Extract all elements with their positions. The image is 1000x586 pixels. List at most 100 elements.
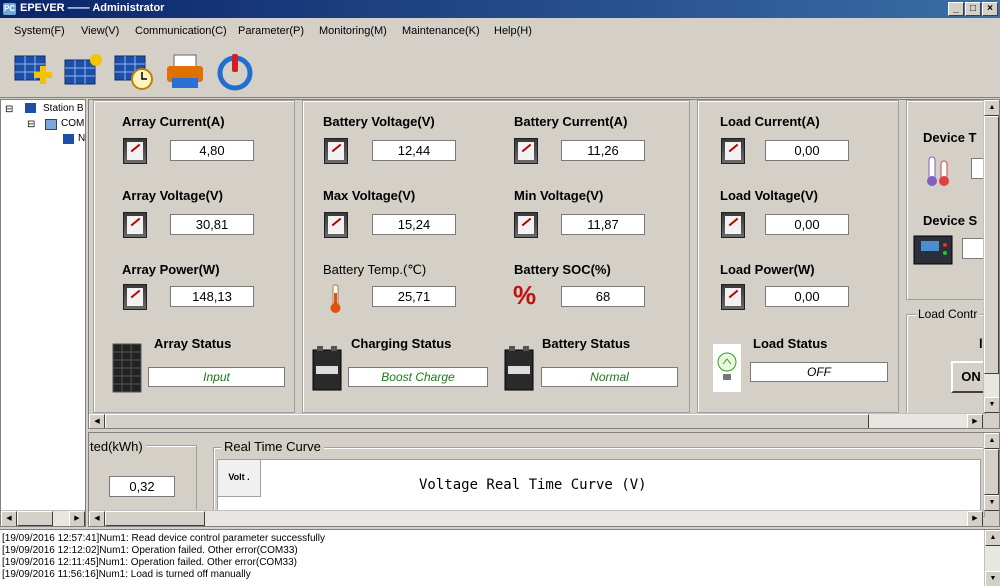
scroll-up-icon[interactable]: ▲ — [985, 530, 1000, 546]
tree-item-station[interactable]: Station B — [43, 103, 84, 114]
lower-hscroll-thumb[interactable] — [105, 511, 205, 526]
monitor-panel: Array Current(A) 4,80 Array Voltage(V) 3… — [88, 99, 1000, 429]
min-voltage-label: Min Voltage(V) — [514, 188, 604, 203]
scroll-up-icon[interactable]: ▲ — [984, 433, 999, 449]
scroll-right-icon[interactable]: ▶ — [69, 511, 85, 526]
meter-icon — [324, 212, 348, 238]
array-current-value: 4,80 — [170, 140, 254, 161]
battery-icon — [312, 346, 342, 391]
menu-communication[interactable]: Communication(C) — [135, 25, 227, 37]
meter-icon — [721, 284, 745, 310]
meter-icon — [123, 138, 147, 164]
battery-status-label: Battery Status — [542, 336, 631, 351]
controller-icon — [913, 235, 953, 265]
battery-soc-value: 68 — [561, 286, 645, 307]
panel-hscroll-thumb[interactable] — [105, 414, 869, 428]
lower-hscrollbar[interactable]: ◀ ▶ — [89, 510, 983, 526]
station-tree: ⊟ Station B ⊟ COM N ◀ ▶ — [0, 99, 86, 527]
device-status-label: Device S — [923, 213, 978, 228]
array-power-value: 148,13 — [170, 286, 254, 307]
load-power-value: 0,00 — [765, 286, 849, 307]
solar-panel-icon — [112, 343, 142, 393]
battery-temp-value: 25,71 — [372, 286, 456, 307]
app-icon: PC — [3, 3, 16, 15]
scroll-down-icon[interactable]: ▼ — [985, 571, 1000, 586]
log-panel: [19/09/2016 12:57:41]Num1: Read device c… — [0, 529, 1000, 586]
device-temp-icon — [927, 156, 949, 186]
meter-icon — [123, 212, 147, 238]
panel-hscrollbar[interactable]: ◀ ▶ — [89, 413, 983, 428]
tree-expander-root[interactable]: ⊟ — [5, 104, 13, 115]
menu-maintenance[interactable]: Maintenance(K) — [402, 25, 480, 37]
tree-item-device[interactable]: N — [78, 133, 85, 144]
battery-voltage-label: Battery Voltage(V) — [323, 114, 435, 129]
add-device-icon[interactable] — [12, 52, 54, 92]
scroll-right-icon[interactable]: ▶ — [967, 511, 983, 526]
scroll-right-icon[interactable]: ▶ — [967, 414, 983, 428]
lower-vscroll-thumb[interactable] — [984, 449, 999, 495]
load-voltage-value: 0,00 — [765, 214, 849, 235]
power-exit-icon[interactable] — [214, 52, 256, 92]
menu-parameter[interactable]: Parameter(P) — [238, 25, 304, 37]
log-vscrollbar[interactable]: ▲ ▼ — [984, 530, 1000, 586]
min-voltage-value: 11,87 — [561, 214, 645, 235]
meter-icon — [123, 284, 147, 310]
bulb-icon — [713, 344, 741, 392]
title-bar: PC EPEVER —— Administrator _ □ × — [0, 0, 1000, 18]
station-icon — [25, 103, 36, 113]
array-voltage-label: Array Voltage(V) — [122, 188, 223, 203]
battery-soc-label: Battery SOC(%) — [514, 262, 611, 277]
menu-help[interactable]: Help(H) — [494, 25, 532, 37]
energy-value: 0,32 — [109, 476, 175, 497]
scroll-down-icon[interactable]: ▼ — [984, 397, 999, 413]
scroll-down-icon[interactable]: ▼ — [984, 495, 999, 511]
menu-monitoring[interactable]: Monitoring(M) — [319, 25, 387, 37]
battery-temp-label: Battery Temp.(℃) — [323, 262, 427, 277]
meter-icon — [514, 138, 538, 164]
toolbar — [0, 44, 1000, 98]
window-title: EPEVER —— Administrator — [20, 2, 165, 14]
schedule-icon[interactable] — [112, 52, 154, 92]
load-control-label: Load Contr — [916, 307, 980, 321]
charging-status-value: Boost Charge — [348, 367, 488, 387]
tree-item-com[interactable]: COM — [61, 118, 84, 129]
max-voltage-value: 15,24 — [372, 214, 456, 235]
minimize-button[interactable]: _ — [948, 2, 964, 16]
tree-scroll-thumb[interactable] — [17, 511, 53, 526]
solar-device-icon[interactable] — [62, 52, 104, 92]
meter-icon — [721, 212, 745, 238]
battery-current-value: 11,26 — [561, 140, 645, 161]
percent-icon: % — [513, 280, 537, 310]
log-line: [19/09/2016 12:12:02]Num1: Operation fai… — [2, 545, 298, 556]
scroll-up-icon[interactable]: ▲ — [984, 100, 999, 116]
menu-system[interactable]: System(F) — [14, 25, 65, 37]
curve-title: Voltage Real Time Curve (V) — [419, 477, 647, 493]
tree-expander-com[interactable]: ⊟ — [27, 119, 35, 130]
curve-tab-volt[interactable]: Volt . — [217, 459, 261, 497]
com-port-icon — [45, 119, 57, 130]
scroll-left-icon[interactable]: ◀ — [89, 414, 105, 428]
scroll-left-icon[interactable]: ◀ — [89, 511, 105, 526]
lower-panel: ted(kWh) 0,32 Real Time Curve Volt . Vol… — [88, 432, 1000, 527]
load-power-label: Load Power(W) — [720, 262, 815, 277]
array-status-label: Array Status — [154, 336, 232, 351]
scroll-left-icon[interactable]: ◀ — [1, 511, 17, 526]
maximize-button[interactable]: □ — [965, 2, 981, 16]
load-current-value: 0,00 — [765, 140, 849, 161]
max-voltage-label: Max Voltage(V) — [323, 188, 416, 203]
energy-label: ted(kWh) — [90, 439, 146, 454]
lower-vscrollbar[interactable]: ▲ ▼ — [983, 433, 999, 511]
log-line: [19/09/2016 11:56:16]Num1: Load is turne… — [2, 569, 251, 580]
panel-vscroll-thumb[interactable] — [984, 116, 999, 374]
menu-bar: System(F) View(V) Communication(C) Param… — [0, 18, 1000, 44]
array-current-label: Array Current(A) — [122, 114, 225, 129]
battery-status-value: Normal — [541, 367, 678, 387]
tree-hscrollbar[interactable]: ◀ ▶ — [1, 510, 85, 526]
load-current-label: Load Current(A) — [720, 114, 820, 129]
print-icon[interactable] — [164, 52, 206, 92]
charging-status-label: Charging Status — [351, 336, 452, 351]
close-button[interactable]: × — [982, 2, 998, 16]
array-power-label: Array Power(W) — [122, 262, 220, 277]
menu-view[interactable]: View(V) — [81, 25, 119, 37]
panel-vscrollbar[interactable]: ▲ ▼ — [983, 100, 999, 413]
